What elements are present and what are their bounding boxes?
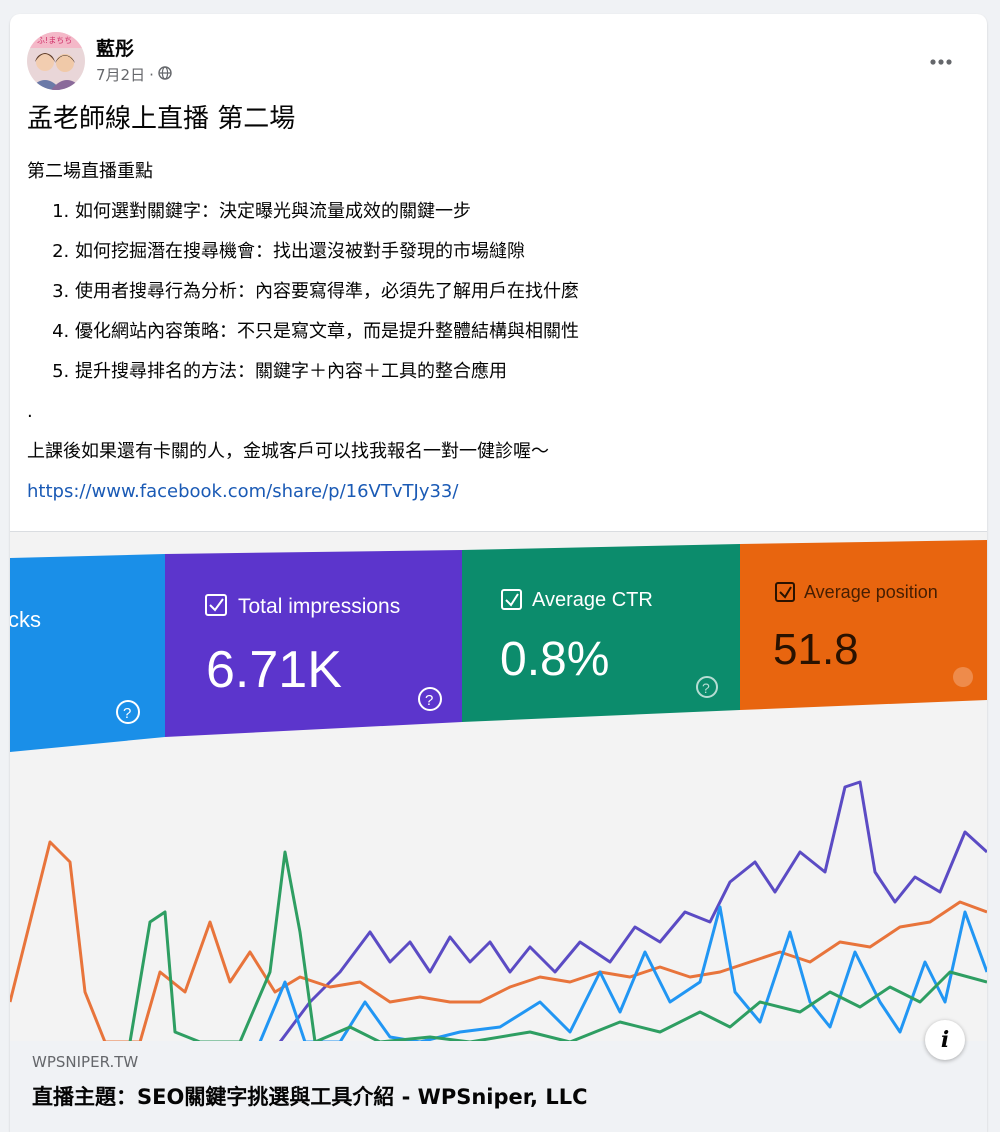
svg-text:ふ!まちち: ふ!まちち xyxy=(37,36,72,45)
list-item: 如何挖掘潛在搜尋機會：找出還沒被對手發現的市場縫隙 xyxy=(75,232,967,272)
author-name[interactable]: 藍彤 xyxy=(96,34,134,61)
help-icon xyxy=(953,667,973,687)
avatar[interactable]: ふ!まちち xyxy=(27,32,85,90)
help-glyph: ? xyxy=(702,680,710,696)
link-preview-image[interactable]: cks ? Total impressions 6.71K ? Average … xyxy=(10,531,987,1042)
tile-label: Average CTR xyxy=(532,589,653,611)
share-link[interactable]: https://www.facebook.com/share/p/16VTvTJ… xyxy=(27,481,458,502)
key-points-list: 如何選對關鍵字：決定曝光與流量成效的關鍵一步 如何挖掘潛在搜尋機會：找出還沒被對… xyxy=(27,192,967,392)
dot-line: . xyxy=(27,401,33,422)
list-item: 使用者搜尋行為分析：內容要寫得準，必須先了解用戶在找什麼 xyxy=(75,272,967,312)
link-domain: WPSNIPER.TW xyxy=(32,1053,139,1071)
post-card: ふ!まちち 藍彤 7月2日 · 孟老師線上直播 第二場 第二場直播重點 1. 如… xyxy=(10,14,987,1132)
post-body: 第二場直播重點 如何選對關鍵字：決定曝光與流量成效的關鍵一步 如何挖掘潛在搜尋機… xyxy=(27,152,967,512)
tile-label: Average position xyxy=(804,582,938,602)
more-options-icon xyxy=(930,59,952,65)
tile-bg xyxy=(10,554,165,752)
tile-value: 51.8 xyxy=(773,625,859,674)
link-preview-footer[interactable]: WPSNIPER.TW 直播主題：SEO關鍵字挑選與工具介紹 - WPSnipe… xyxy=(10,1041,987,1132)
post-meta: 7月2日 · xyxy=(96,64,172,85)
tile-value: 0.8% xyxy=(500,633,609,686)
post-subtitle: 第二場直播重點 xyxy=(27,161,153,182)
post-date[interactable]: 7月2日 xyxy=(96,64,145,85)
tile-label: cks xyxy=(10,607,41,632)
list-item: 提升搜尋排名的方法：關鍵字＋內容＋工具的整合應用 xyxy=(75,352,967,392)
list-item: 優化網站內容策略：不只是寫文章，而是提升整體結構與相關性 xyxy=(75,312,967,352)
tile-label: Total impressions xyxy=(238,595,400,618)
meta-separator: · xyxy=(149,65,154,84)
help-glyph: ? xyxy=(425,692,433,709)
more-options-button[interactable] xyxy=(923,44,959,80)
post-header: ふ!まちち 藍彤 7月2日 · xyxy=(27,32,967,92)
tile-value: 6.71K xyxy=(206,641,342,699)
info-icon: i xyxy=(940,1027,950,1053)
preview-illustration: cks ? Total impressions 6.71K ? Average … xyxy=(10,532,987,1042)
globe-icon xyxy=(158,65,172,84)
link-title[interactable]: 直播主題：SEO關鍵字挑選與工具介紹 - WPSniper, LLC xyxy=(32,1081,588,1111)
list-item: 如何選對關鍵字：決定曝光與流量成效的關鍵一步 xyxy=(75,192,967,232)
closing-text: 上課後如果還有卡關的人，金城客戶可以找我報名一對一健診喔～ xyxy=(27,441,549,462)
help-glyph: ? xyxy=(123,705,131,722)
info-button[interactable]: i xyxy=(925,1020,965,1060)
post-title: 孟老師線上直播 第二場 xyxy=(27,104,296,134)
